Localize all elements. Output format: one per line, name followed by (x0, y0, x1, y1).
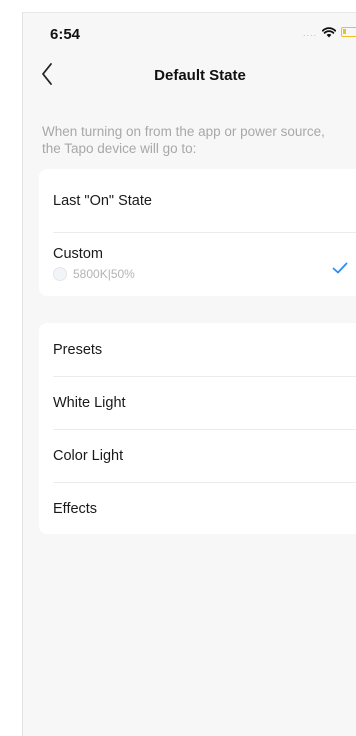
default-state-description: When turning on from the app or power so… (42, 124, 325, 156)
signal-dots-icon: .... (302, 28, 317, 38)
checkmark-icon (332, 262, 348, 274)
light-mode-options-card: Presets White Light Color Light Effects (39, 323, 356, 534)
wifi-icon (322, 26, 336, 37)
page-title: Default State (154, 67, 246, 84)
option-label: Effects (53, 501, 98, 517)
option-label: Color Light (53, 448, 124, 464)
color-swatch-icon (53, 267, 67, 281)
status-time: 6:54 (50, 26, 81, 43)
custom-detail: 5800K|50% (53, 267, 135, 281)
custom-detail-text: 5800K|50% (73, 267, 135, 281)
option-presets[interactable]: Presets (39, 323, 356, 376)
option-custom[interactable]: Custom 5800K|50% (39, 233, 356, 296)
app-screen: 6:54 .... Default State When turning on … (22, 12, 356, 736)
option-color-light[interactable]: Color Light (39, 430, 356, 482)
option-label: Custom (53, 246, 103, 262)
option-effects[interactable]: Effects (39, 483, 356, 534)
option-label: Last "On" State (53, 193, 152, 209)
navigation-bar: Default State (23, 57, 356, 93)
option-label: White Light (53, 395, 126, 411)
default-state-options-card: Last "On" State Custom 5800K|50% (39, 169, 356, 296)
option-label: Presets (53, 342, 103, 358)
battery-icon (341, 27, 356, 37)
status-bar: 6:54 .... (23, 13, 356, 49)
option-last-on-state[interactable]: Last "On" State (39, 169, 356, 232)
option-white-light[interactable]: White Light (39, 377, 356, 429)
status-icons: .... (303, 26, 356, 38)
